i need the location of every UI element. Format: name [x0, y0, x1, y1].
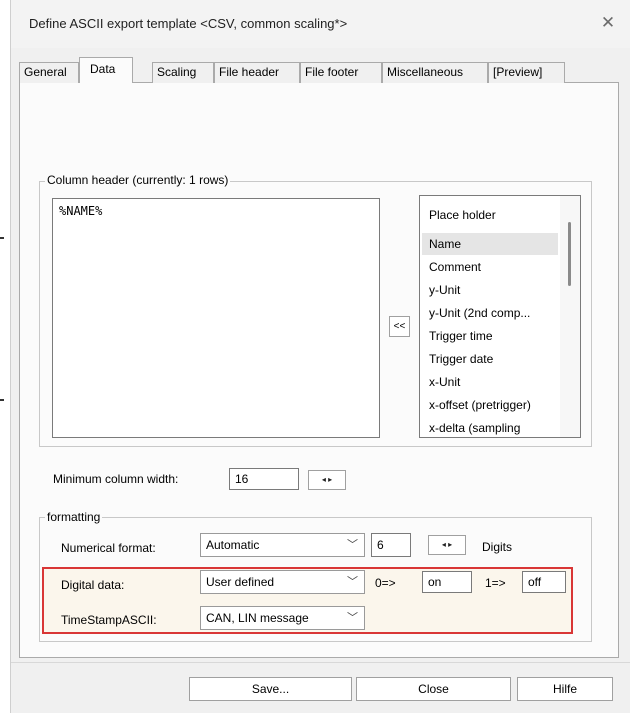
scrollbar-thumb[interactable]: [568, 222, 571, 286]
list-item[interactable]: x-Unit: [429, 375, 460, 389]
numerical-format-label: Numerical format:: [61, 541, 156, 555]
formatting-legend: formatting: [45, 510, 103, 524]
tab-file-header[interactable]: File header: [214, 62, 300, 83]
tab-data[interactable]: Data: [79, 57, 133, 84]
tab-miscellaneous[interactable]: Miscellaneous: [382, 62, 488, 83]
digital-data-label: Digital data:: [61, 578, 125, 592]
background-mark: [0, 237, 4, 239]
tab-preview[interactable]: [Preview]: [488, 62, 565, 83]
placeholder-list-header: Place holder: [429, 208, 496, 222]
min-column-width-label: Minimum column width:: [53, 472, 179, 486]
digits-spinner[interactable]: ◂ ▸: [428, 535, 466, 555]
window-title: Define ASCII export template <CSV, commo…: [29, 16, 348, 31]
list-item[interactable]: y-Unit (2nd comp...: [429, 306, 530, 320]
column-header-textarea[interactable]: %NAME%: [52, 198, 380, 438]
zero-value-input[interactable]: on: [422, 571, 472, 593]
numerical-format-value: Automatic: [206, 538, 260, 552]
title-bar: Define ASCII export template <CSV, commo…: [11, 0, 630, 48]
zero-mapping-label: 0=>: [375, 576, 396, 590]
list-item[interactable]: Trigger time: [429, 329, 493, 343]
one-value-input[interactable]: off: [522, 571, 566, 593]
digital-data-select[interactable]: User defined ﹀: [200, 570, 365, 594]
tab-general[interactable]: General: [19, 62, 79, 83]
numerical-format-select[interactable]: Automatic ﹀: [200, 533, 365, 557]
chevron-down-icon: ﹀: [347, 612, 358, 624]
tab-file-footer[interactable]: File footer: [300, 62, 382, 83]
min-column-width-spinner[interactable]: ◂ ▸: [308, 470, 346, 490]
digital-data-value: User defined: [206, 575, 275, 589]
column-header-legend: Column header (currently: 1 rows): [45, 173, 231, 187]
one-mapping-label: 1=>: [485, 576, 506, 590]
list-item[interactable]: x-delta (sampling: [429, 421, 520, 435]
list-item[interactable]: Name: [429, 237, 461, 251]
list-item[interactable]: Trigger date: [429, 352, 493, 366]
timestamp-label: TimeStampASCII:: [61, 613, 157, 627]
chevron-down-icon: ﹀: [347, 539, 358, 551]
close-button[interactable]: Close: [356, 677, 511, 701]
chevron-down-icon: ﹀: [347, 576, 358, 588]
digits-label: Digits: [482, 540, 513, 554]
list-item[interactable]: y-Unit: [429, 283, 460, 297]
list-item[interactable]: x-offset (pretrigger): [429, 398, 531, 412]
help-button[interactable]: Hilfe: [517, 677, 613, 701]
background-mark: [0, 399, 4, 401]
close-icon[interactable]: ✕: [596, 11, 620, 35]
tab-scaling[interactable]: Scaling: [152, 62, 214, 83]
list-item[interactable]: Comment: [429, 260, 481, 274]
min-column-width-input[interactable]: 16: [229, 468, 299, 490]
export-template-dialog: Define ASCII export template <CSV, commo…: [10, 0, 630, 713]
timestamp-select[interactable]: CAN, LIN message ﹀: [200, 606, 365, 630]
insert-placeholder-button[interactable]: <<: [389, 316, 410, 337]
list-scrollbar[interactable]: [560, 196, 580, 437]
button-bar-divider: [11, 662, 630, 663]
save-button[interactable]: Save...: [189, 677, 352, 701]
digits-input[interactable]: 6: [371, 533, 411, 557]
placeholder-list[interactable]: Place holder Name Comment y-Unit y-Unit …: [419, 195, 581, 438]
timestamp-value: CAN, LIN message: [206, 611, 309, 625]
